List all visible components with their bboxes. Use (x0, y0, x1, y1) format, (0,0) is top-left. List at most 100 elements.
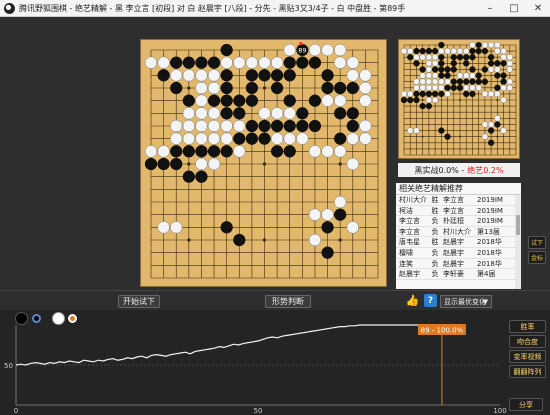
white-stone (407, 47, 414, 55)
white-stone (506, 84, 513, 91)
star-point (262, 162, 267, 166)
white-stone (359, 69, 372, 82)
judge-button[interactable]: 形势判断 (265, 295, 311, 308)
last-move-stone (475, 42, 482, 48)
thumbs-up-icon[interactable]: 👍 (406, 294, 420, 307)
record-row[interactable]: 檀啸 负赵晨宇 2018华 (396, 248, 521, 259)
winrate-chart[interactable]: 50 0 50 100 89 - 100.0% (0, 310, 550, 415)
white-stone (431, 60, 439, 67)
board-grid[interactable]: 89 (141, 40, 388, 288)
black-stone (245, 94, 259, 107)
black-stone (444, 66, 451, 73)
white-stone (494, 41, 501, 49)
white-stone (308, 145, 322, 158)
x-tick-label: 100 (493, 407, 506, 415)
white-stone (444, 78, 451, 85)
winrate-ai: 绝艺0.2% (467, 165, 504, 175)
black-stone (419, 102, 426, 110)
black-stone (469, 66, 476, 73)
black-stone (308, 94, 322, 107)
graph-video-button[interactable]: 变率视频 (509, 350, 546, 363)
scrollbar-thumb[interactable] (516, 215, 520, 235)
start-trial-button[interactable]: 开始试下 (118, 295, 160, 308)
record-row[interactable]: 赵晨宇 负李轩豪 第4届 (396, 269, 521, 280)
variation-select[interactable]: 显示最优变化 ▼ (440, 295, 492, 308)
black-stone (438, 60, 445, 67)
x-tick-label: 50 (254, 407, 263, 415)
white-stone (487, 66, 495, 73)
black-stone (456, 84, 464, 91)
record-row[interactable]: 连笑 负赵晨宇 2018华 (396, 259, 521, 270)
star-point (459, 99, 461, 101)
white-stone (463, 84, 470, 91)
graph-match-button[interactable]: 吻合度 (509, 335, 546, 348)
record-row[interactable]: 李立言 负村川大介 第13届 (396, 227, 521, 238)
white-stone (170, 221, 183, 234)
trial-side-button[interactable]: 试下 (528, 236, 546, 249)
maximize-icon[interactable]: □ (502, 0, 526, 17)
black-stone (220, 145, 233, 158)
x-tick-label: 0 (14, 407, 18, 415)
white-stone (506, 54, 513, 61)
record-event: 2018华 (477, 248, 502, 257)
go-board[interactable]: 89 (140, 39, 387, 287)
gold-side-button[interactable]: 金标 (528, 251, 546, 264)
white-stone (220, 56, 233, 69)
star-point (338, 162, 342, 166)
minimize-icon[interactable]: – (478, 0, 502, 17)
white-stone (450, 47, 457, 55)
black-stone (346, 119, 359, 133)
white-stone (346, 69, 359, 82)
help-icon[interactable]: ? (424, 294, 437, 307)
black-stone (321, 221, 334, 234)
black-stone (487, 127, 495, 134)
white-stone (500, 84, 507, 91)
record-row[interactable]: 柯洁 胜李立言 2019IM (396, 206, 521, 217)
white-stone (182, 69, 196, 82)
record-row[interactable]: 李立言 负朴廷桓 2019IM (396, 216, 521, 227)
record-player2: 朴廷桓 (443, 217, 464, 226)
star-point (421, 99, 424, 101)
graph-array-button[interactable]: 翻翻阵列 (509, 365, 546, 378)
white-stone (419, 54, 426, 61)
black-stone (494, 72, 501, 79)
white-stone (425, 54, 433, 61)
white-stone (333, 145, 347, 158)
record-result: 负 (431, 217, 439, 226)
white-stone (506, 78, 513, 85)
recommend-scrollbar[interactable] (515, 195, 521, 289)
black-stone (321, 81, 334, 95)
record-event: 2019IM (477, 217, 503, 226)
record-row[interactable]: 唐韦星 胜赵晨宇 2018华 (396, 237, 521, 248)
record-player1: 唐韦星 (399, 238, 420, 247)
star-point (496, 135, 499, 138)
share-button[interactable]: 分享 (509, 398, 543, 411)
black-stone (182, 170, 195, 183)
black-stone (220, 94, 233, 107)
black-stone (425, 90, 433, 98)
y-tick-label: 50 (4, 362, 13, 370)
black-stone (444, 84, 451, 91)
white-stone (500, 47, 507, 55)
black-stone (195, 145, 208, 158)
black-stone (270, 119, 284, 133)
white-stone (144, 56, 158, 69)
close-icon[interactable]: ✕ (526, 0, 550, 17)
record-player1: 村川大介 (399, 196, 427, 204)
black-stone (283, 56, 296, 69)
white-stone (425, 84, 433, 91)
black-stone (494, 60, 501, 67)
black-stone (334, 107, 347, 120)
white-stone (321, 43, 334, 57)
last-move-marker (299, 42, 303, 46)
white-stone (207, 132, 221, 145)
record-player2: 李立言 (443, 196, 464, 204)
graph-winrate-button[interactable]: 胜率 (509, 320, 546, 333)
recommend-header: 相关绝艺精解推荐 (396, 183, 521, 195)
record-row[interactable]: 村川大介胜李立言 2019IM (396, 195, 521, 206)
record-player1: 柯洁 (399, 206, 413, 215)
white-stone (258, 107, 271, 120)
white-stone (463, 47, 470, 55)
white-stone (233, 56, 246, 69)
white-stone (500, 54, 507, 61)
